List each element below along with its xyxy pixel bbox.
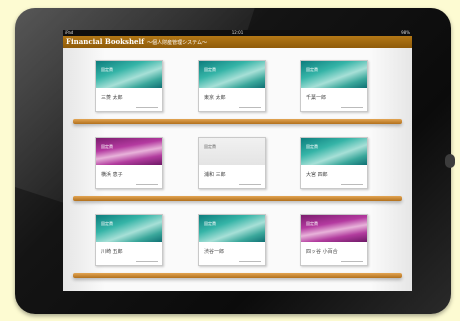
card-tag: 固定費	[101, 221, 113, 226]
bookshelf: 固定費 三菱 太郎 固定費 東京 太郎 固定費 千葉一郎 固定費 横浜 恵子 固定費 浦和…	[63, 48, 412, 291]
card-tag: 固定費	[306, 221, 318, 226]
card-footer-line	[239, 184, 261, 185]
home-button[interactable]	[445, 154, 455, 168]
app-subtitle: ～個人財産管理システム～	[147, 40, 208, 46]
card-tag: 固定費	[204, 221, 216, 226]
ipad-screen: iPad 12:01 98% Financial Bookshelf ～個人財産管…	[63, 30, 412, 291]
card-cover: 固定費	[96, 215, 162, 242]
account-card[interactable]: 固定費四ッ谷 小百合	[300, 214, 368, 266]
card-tag: 固定費	[306, 67, 318, 72]
card-name: 川崎 五郎	[101, 249, 123, 255]
app-title-bar: Financial Bookshelf ～個人財産管理システム～	[63, 36, 412, 48]
account-card[interactable]: 固定費 横浜 恵子	[95, 137, 163, 189]
card-cover: 固定費	[301, 61, 367, 88]
card-cover: 固定費	[301, 215, 367, 242]
card-name: 渋谷一郎	[204, 249, 225, 255]
card-footer-line	[239, 107, 261, 108]
card-name: 東京 太郎	[204, 95, 226, 101]
card-footer-line	[239, 261, 261, 262]
app-title: Financial Bookshelf	[66, 37, 145, 46]
card-tag: 固定費	[204, 67, 216, 72]
card-cover: 固定費	[301, 138, 367, 165]
account-card[interactable]: 固定費 東京 太郎	[198, 60, 266, 112]
card-tag: 固定費	[204, 144, 216, 149]
card-cover: 固定費	[96, 61, 162, 88]
card-footer-line	[136, 107, 158, 108]
card-name: 四ッ谷 小百合	[306, 249, 338, 255]
account-card[interactable]: 固定費 浦和 三郎	[198, 137, 266, 189]
card-tag: 固定費	[306, 144, 318, 149]
shelf-board-2	[73, 196, 402, 201]
card-footer-line	[136, 261, 158, 262]
battery-indicator: 98%	[401, 30, 410, 35]
card-tag: 固定費	[101, 144, 113, 149]
card-cover: 固定費	[199, 215, 265, 242]
card-footer-line	[341, 184, 363, 185]
card-cover: 固定費	[199, 61, 265, 88]
card-footer-line	[341, 261, 363, 262]
card-name: 大宮 四郎	[306, 172, 328, 178]
shelf-board-1	[73, 119, 402, 124]
account-card[interactable]: 固定費 千葉一郎	[300, 60, 368, 112]
shelf-board-3	[73, 273, 402, 278]
card-cover: 固定費	[96, 138, 162, 165]
status-bar: iPad 12:01 98%	[63, 30, 412, 36]
clock: 12:01	[231, 30, 244, 35]
account-card[interactable]: 固定費 大宮 四郎	[300, 137, 368, 189]
card-name: 千葉一郎	[306, 95, 327, 101]
card-name: 浦和 三郎	[204, 172, 226, 178]
account-card[interactable]: 固定費 渋谷一郎	[198, 214, 266, 266]
account-card[interactable]: 固定費 三菱 太郎	[95, 60, 163, 112]
card-footer-line	[341, 107, 363, 108]
card-tag: 固定費	[101, 67, 113, 72]
account-card[interactable]: 固定費 川崎 五郎	[95, 214, 163, 266]
card-name: 横浜 恵子	[101, 172, 123, 178]
card-footer-line	[136, 184, 158, 185]
card-cover: 固定費	[199, 138, 265, 165]
card-name: 三菱 太郎	[101, 95, 123, 101]
